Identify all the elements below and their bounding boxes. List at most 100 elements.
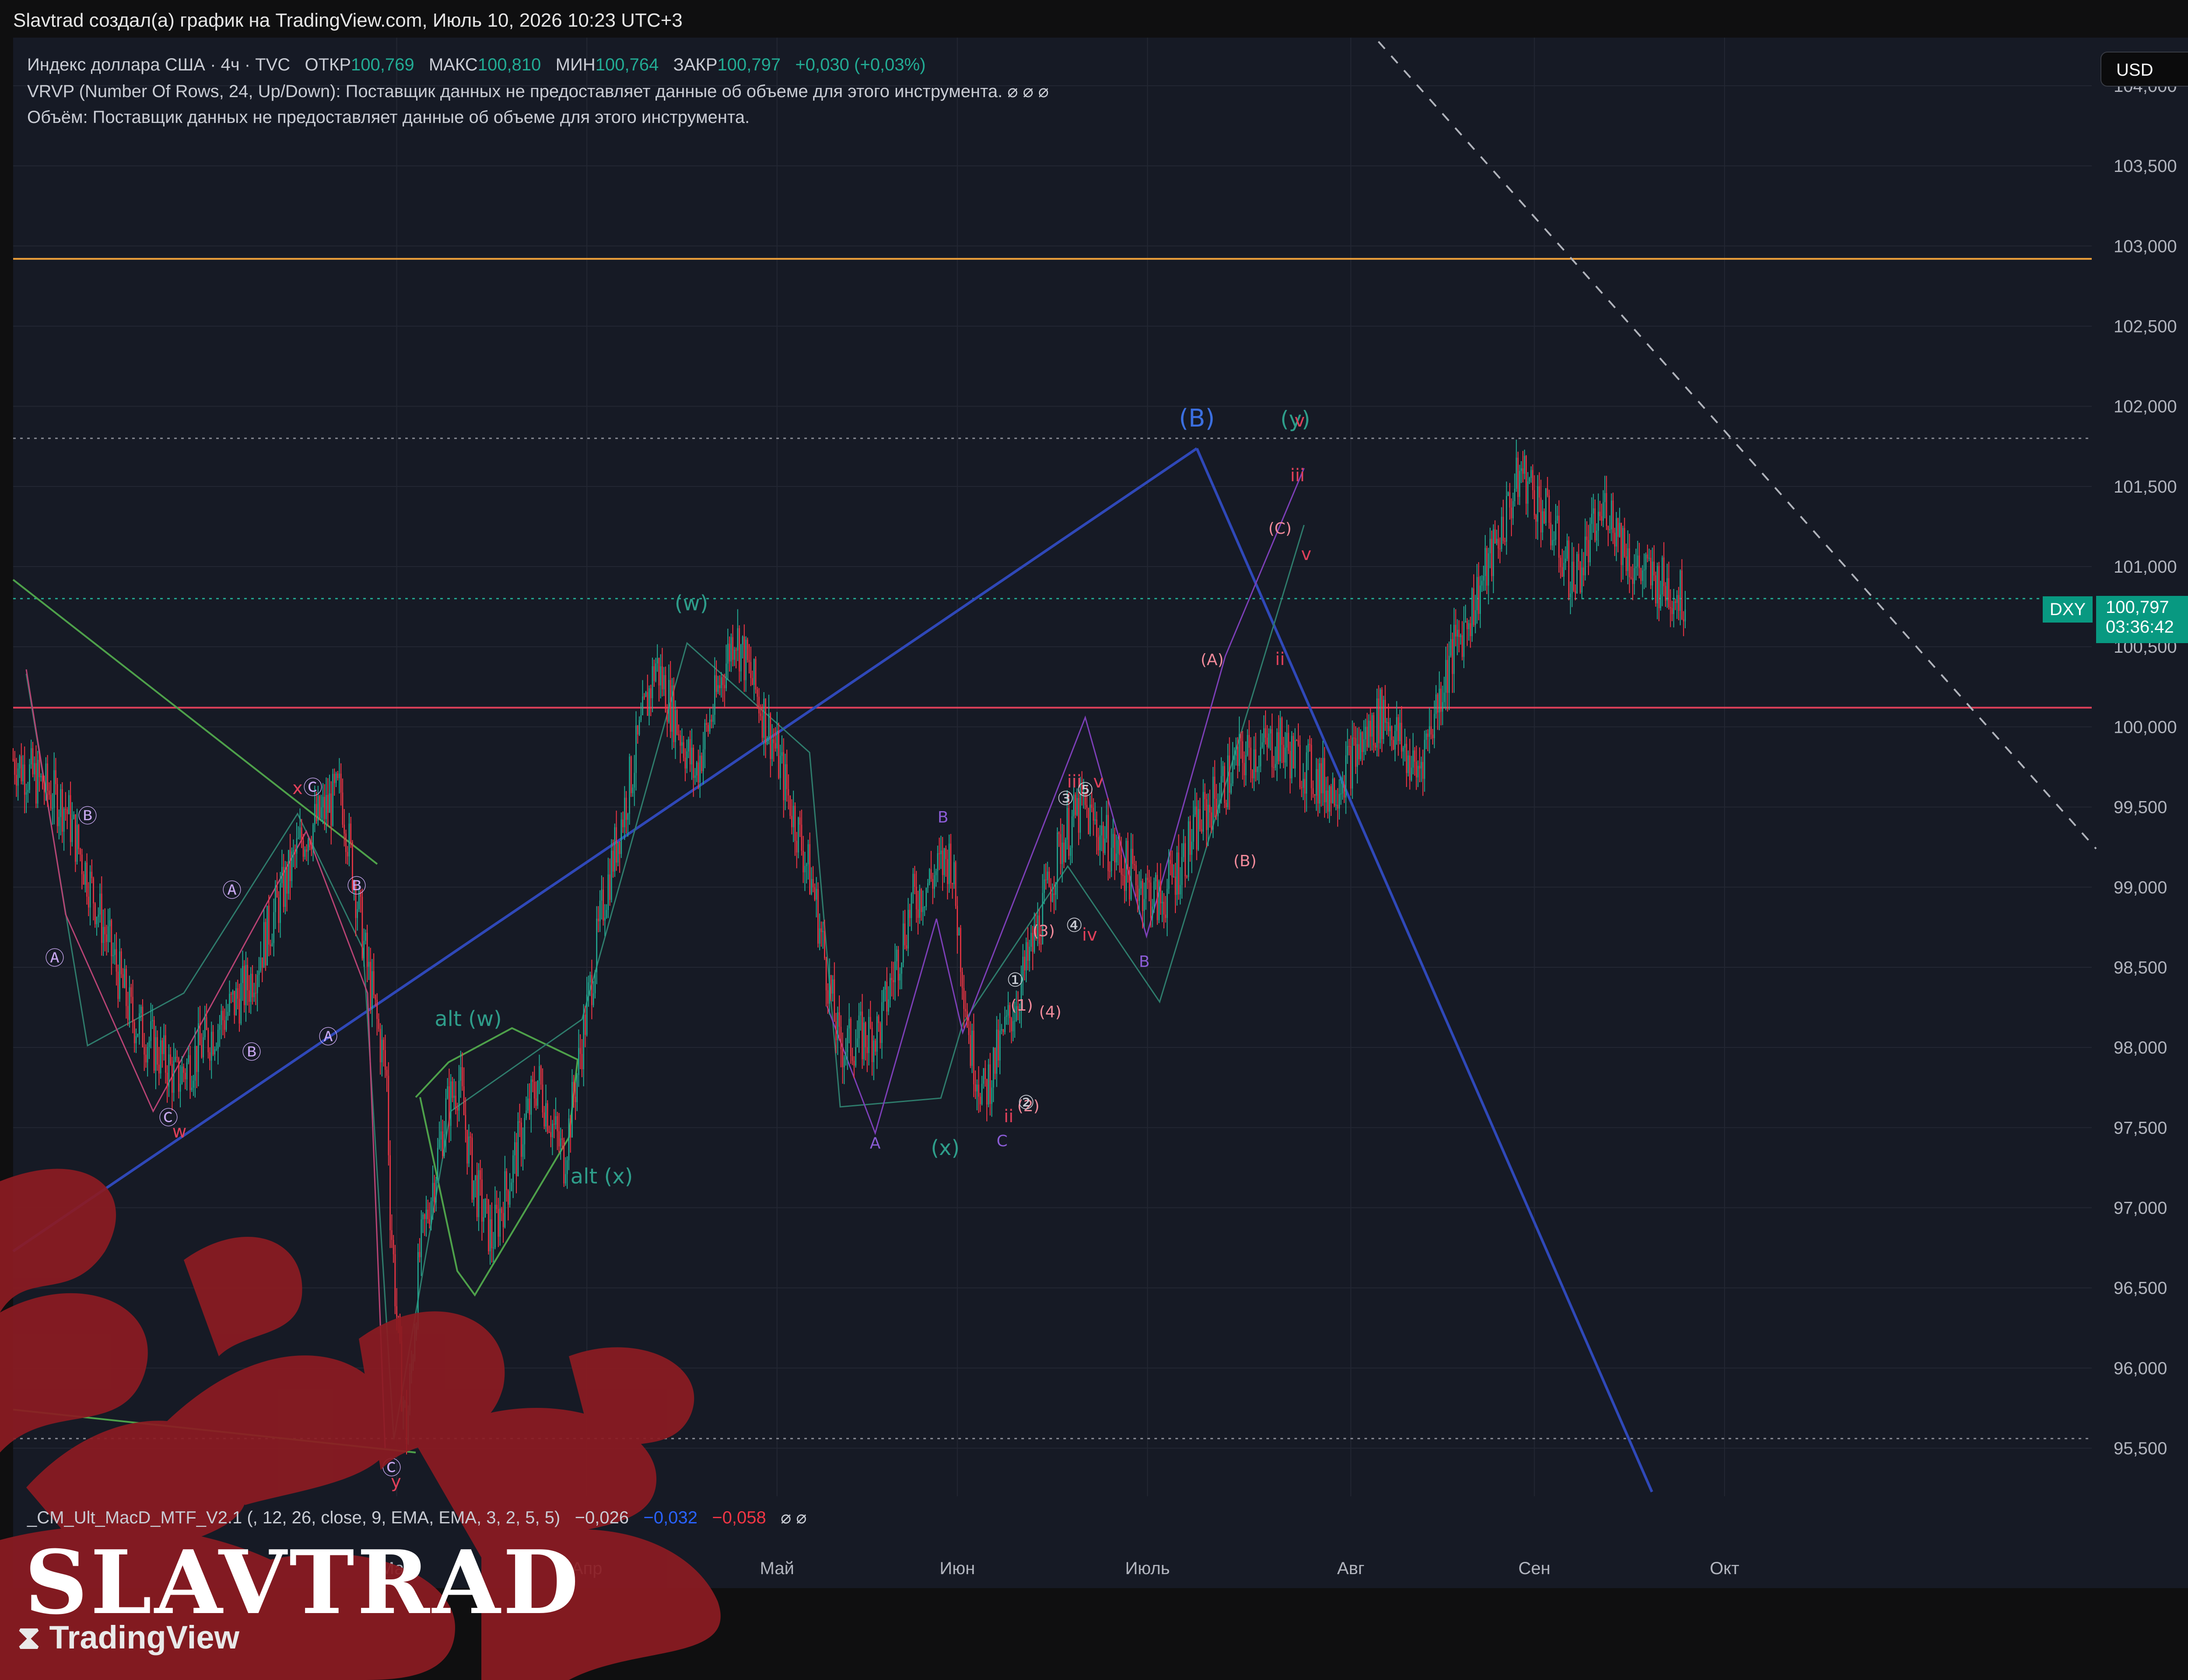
candle-body	[1288, 732, 1289, 751]
candle-body	[576, 1075, 578, 1102]
y-tick-label: 100,000	[2114, 718, 2177, 737]
candle-body	[443, 1134, 445, 1156]
candle-body	[1460, 635, 1462, 637]
candle-body	[940, 850, 942, 854]
candle-body	[35, 763, 37, 804]
candle-body	[295, 850, 296, 854]
candle-body	[30, 748, 32, 764]
candle-body	[196, 1046, 197, 1072]
candle-body	[866, 1047, 868, 1053]
candle-body	[1398, 717, 1399, 741]
candle-body	[1512, 501, 1514, 518]
candle-body	[161, 1040, 163, 1054]
candle-body	[465, 1115, 466, 1130]
candle-body	[383, 1040, 384, 1050]
candle-body	[25, 792, 27, 795]
candle-body	[316, 804, 317, 821]
candle-body	[1212, 777, 1214, 830]
macd-indicator[interactable]: _CM_Ult_MacD_MTF_V2.1 (, 12, 26, close, …	[27, 1508, 806, 1528]
candle-body	[332, 774, 333, 826]
wave-label: (C)	[1268, 520, 1291, 538]
candle-body	[132, 997, 133, 1022]
candle-body	[1071, 816, 1073, 848]
candle-body	[178, 1057, 179, 1092]
candle-body	[889, 978, 891, 1000]
candle-body	[1297, 740, 1299, 745]
candle-body	[645, 692, 647, 697]
candle-body	[1094, 819, 1096, 821]
candle-body	[176, 1057, 178, 1058]
currency-selector[interactable]: USD	[2100, 52, 2188, 87]
candle-body	[210, 1032, 212, 1061]
open-label: ОТКР	[305, 55, 351, 74]
candle-body	[886, 982, 887, 1012]
candle-body	[632, 788, 634, 793]
candle-body	[894, 961, 896, 983]
candle-body	[1098, 837, 1099, 850]
price-chart[interactable]: 95,500 96,000 96,500 97,000 97,500 98,000 98,5…	[0, 0, 2188, 1680]
candle-body	[1601, 516, 1602, 521]
candle-body	[1579, 561, 1581, 593]
candle-body	[379, 1029, 381, 1063]
candle-body	[150, 1021, 151, 1041]
candle-body	[1173, 876, 1175, 878]
candle-body	[1540, 497, 1542, 532]
candle-body	[509, 1191, 511, 1205]
candle-body	[1171, 864, 1173, 877]
candle-body	[71, 819, 73, 842]
candle-body	[650, 688, 652, 698]
candle-body	[83, 874, 84, 885]
candle-body	[122, 974, 124, 988]
candle-body	[235, 988, 237, 1015]
wave-label: iii	[1290, 466, 1304, 486]
tv-icon: ⧗	[18, 1619, 49, 1656]
candle-body	[517, 1121, 519, 1176]
candle-body	[366, 932, 368, 967]
candle-body	[207, 1030, 209, 1053]
vrvp-indicator[interactable]: VRVP (Number Of Rows, 24, Up/Down): Пост…	[27, 81, 1049, 102]
candle-body	[840, 1026, 842, 1050]
candle-body	[901, 962, 902, 974]
candle-body	[1332, 778, 1333, 803]
candle-body	[1355, 738, 1357, 767]
candle-body	[29, 764, 30, 790]
candle-body	[1181, 857, 1183, 885]
candle-body	[1250, 748, 1252, 770]
candle-body	[1163, 902, 1165, 915]
candle-body	[1007, 1005, 1009, 1016]
candle-body	[14, 759, 16, 775]
volume-indicator[interactable]: Объём: Поставщик данных не предоставляет…	[27, 108, 750, 127]
candle-body	[107, 926, 109, 942]
candle-body	[437, 1148, 438, 1180]
candle-body	[1271, 729, 1273, 767]
candle-body	[1135, 865, 1137, 886]
candle-body	[247, 965, 248, 990]
candle-body	[1622, 528, 1623, 565]
candle-body	[640, 715, 642, 721]
candle-body	[160, 1040, 161, 1074]
candle-body	[898, 949, 899, 980]
candle-body	[455, 1096, 456, 1108]
candle-body	[612, 850, 614, 872]
candle-body	[691, 747, 693, 765]
candle-body	[922, 907, 924, 912]
macd-visibility-icons[interactable]: ⌀ ⌀	[781, 1508, 806, 1527]
candle-body	[88, 896, 89, 908]
candle-body	[432, 1183, 434, 1201]
candle-body	[1121, 855, 1122, 875]
candle-body	[166, 1072, 168, 1087]
candle-body	[1315, 769, 1317, 796]
candle-body	[45, 763, 47, 793]
candle-body	[698, 762, 699, 783]
candle-body	[273, 912, 274, 943]
candle-body	[520, 1122, 522, 1157]
candle-body	[1217, 805, 1219, 816]
candle-body	[539, 1066, 540, 1081]
candle-body	[530, 1079, 532, 1115]
candle-body	[1238, 734, 1240, 766]
last-price-tag: 100,797 03:36:42	[2096, 596, 2188, 643]
open-value: 100,769	[351, 55, 414, 74]
candle-body	[943, 848, 945, 875]
candle-body	[1142, 881, 1143, 911]
candle-body	[999, 1030, 1001, 1060]
